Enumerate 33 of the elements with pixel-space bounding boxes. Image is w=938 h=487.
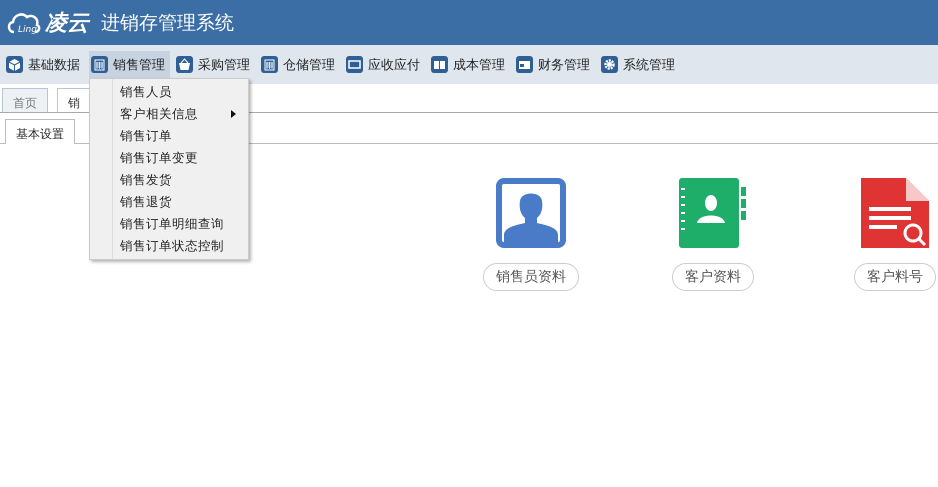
menu-button[interactable]: 销售管理 <box>89 51 170 78</box>
tile-label[interactable]: 销售员资料 <box>483 263 579 291</box>
menu-button[interactable]: 采购管理 <box>174 51 255 78</box>
book-icon <box>431 56 448 73</box>
menu-button[interactable]: 应收应付 <box>344 51 425 78</box>
menu-item[interactable]: 销售退货 <box>90 191 248 213</box>
menu-item[interactable]: 销售订单变更 <box>90 147 248 169</box>
tab[interactable]: 基本设置 <box>5 119 75 144</box>
menu-button[interactable]: 基础数据 <box>4 51 85 78</box>
menu-item[interactable]: 销售订单状态控制 <box>90 235 248 257</box>
logo-text: Ling <box>18 24 37 34</box>
card-icon <box>516 56 533 73</box>
contacts-icon[interactable] <box>677 177 749 249</box>
calendar-icon <box>261 56 278 73</box>
submenu-arrow-icon <box>231 110 236 118</box>
menu-button[interactable]: 成本管理 <box>429 51 510 78</box>
cube-icon <box>6 56 23 73</box>
basket-icon <box>176 56 193 73</box>
menu-button[interactable]: 系统管理 <box>599 51 680 78</box>
menu-button[interactable]: 仓储管理 <box>259 51 340 78</box>
menu-item[interactable]: 销售订单 <box>90 125 248 147</box>
calendar-icon <box>91 56 108 73</box>
app-title: 进销存管理系统 <box>100 10 234 36</box>
person-icon[interactable] <box>495 177 567 249</box>
menu-button[interactable]: 财务管理 <box>514 51 595 78</box>
tab[interactable]: 首页 <box>2 88 48 112</box>
settings-icon <box>601 56 618 73</box>
menu-item[interactable]: 销售订单明细查询 <box>90 213 248 235</box>
tile-label[interactable]: 客户料号 <box>854 263 936 291</box>
menu-item[interactable]: 销售发货 <box>90 169 248 191</box>
tile-label[interactable]: 客户资料 <box>672 263 754 291</box>
brand-name: 凌云 <box>44 10 89 38</box>
document-icon[interactable] <box>859 177 931 249</box>
